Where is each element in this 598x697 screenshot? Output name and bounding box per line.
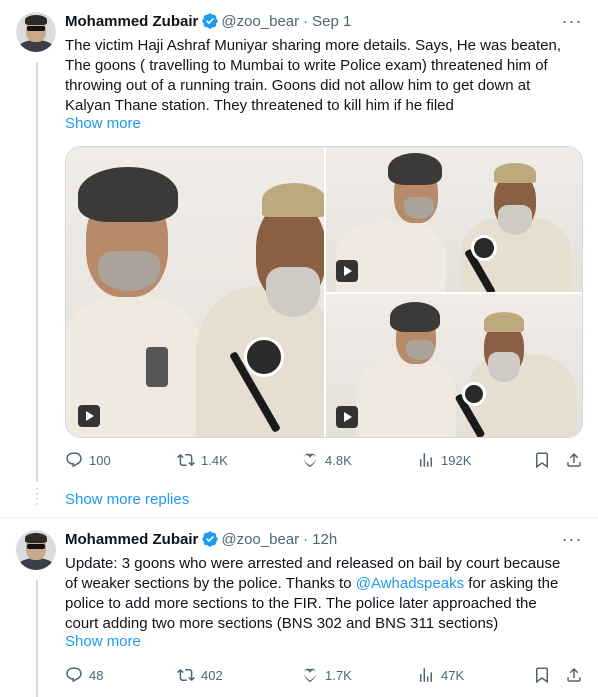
video-thumbnail[interactable] [66, 147, 324, 437]
tweet-text: The victim Haji Ashraf Muniyar sharing m… [65, 36, 585, 116]
views-count: 47K [441, 667, 465, 683]
repost-button[interactable]: 1.4K [177, 450, 228, 470]
verified-badge-icon [202, 531, 219, 547]
share-button[interactable] [565, 665, 583, 685]
video-thumbnail[interactable] [326, 147, 582, 292]
bookmark-icon [536, 667, 548, 684]
share-button[interactable] [565, 450, 583, 470]
views-count: 192K [441, 452, 472, 468]
reply-button[interactable]: 48 [65, 665, 103, 685]
repost-count: 402 [201, 667, 223, 683]
tweet-header: Mohammed Zubair @zoo_bear · 12h [65, 529, 337, 549]
video-thumbnail[interactable] [326, 294, 582, 437]
tweet-text-line: of weaker sections by the police. Thanks… [65, 574, 585, 594]
tweet-actions: 100 1.4K 4.8K 192K [65, 450, 585, 470]
reply-count: 48 [89, 667, 104, 683]
repost-count: 1.4K [201, 452, 228, 468]
views-icon [420, 668, 432, 682]
tweet-text-line: court adding two more sections (BNS 302 … [65, 615, 499, 632]
repost-icon [177, 453, 195, 467]
avatar[interactable] [16, 530, 56, 570]
tweet-text-line: The goons ( travelling to Mumbai to writ… [65, 57, 548, 74]
reply-icon [66, 452, 82, 468]
tweet-actions: 48 402 1.7K 47K [65, 665, 585, 685]
separator-dot: · [303, 530, 309, 548]
thread-line [36, 62, 38, 482]
repost-icon [177, 668, 195, 682]
tweet-text-line: Update: 3 goons who were arrested and re… [65, 555, 561, 572]
like-icon [303, 668, 317, 683]
timestamp[interactable]: 12h [312, 531, 337, 548]
like-count: 1.7K [325, 667, 352, 683]
tweet-text: Update: 3 goons who were arrested and re… [65, 554, 585, 634]
views-icon [420, 453, 432, 467]
play-icon[interactable] [336, 260, 358, 282]
show-more-link[interactable]: Show more [65, 115, 141, 132]
reply-count: 100 [89, 452, 111, 468]
bookmark-button[interactable] [533, 665, 551, 685]
author-name[interactable]: Mohammed Zubair [65, 13, 198, 30]
thread-line [36, 580, 38, 697]
reply-button[interactable]: 100 [65, 450, 111, 470]
like-button[interactable]: 1.7K [301, 665, 352, 685]
tweet-header: Mohammed Zubair @zoo_bear · Sep 1 [65, 11, 351, 31]
play-icon[interactable] [78, 405, 100, 427]
views-button[interactable]: 47K [417, 665, 464, 685]
tweet-text-line: Kalyan Thane station. They threatened to… [65, 97, 454, 114]
mention-link[interactable]: @Awhadspeaks [356, 575, 464, 592]
tweet-text-segment: for asking the [464, 575, 559, 592]
like-button[interactable]: 4.8K [301, 450, 352, 470]
media-grid [65, 146, 583, 438]
tweet-text-line: police to add more sections to the FIR. … [65, 595, 537, 612]
timestamp[interactable]: Sep 1 [312, 13, 351, 30]
like-icon [303, 453, 317, 468]
tweet-text-segment: of weaker sections by the police. Thanks… [65, 575, 356, 592]
show-more-link[interactable]: Show more [65, 633, 141, 650]
divider [0, 517, 598, 518]
play-icon[interactable] [336, 406, 358, 428]
tweet-text-line: throwing out of a running train. Goons d… [65, 77, 531, 94]
author-handle[interactable]: @zoo_bear [221, 13, 299, 30]
separator-dot: · [303, 12, 309, 30]
tweet-text-line: The victim Haji Ashraf Muniyar sharing m… [65, 37, 562, 54]
reply-icon [66, 667, 82, 683]
share-icon [567, 667, 581, 682]
repost-button[interactable]: 402 [177, 665, 223, 685]
share-icon [567, 452, 581, 467]
like-count: 4.8K [325, 452, 352, 468]
show-more-replies-link[interactable]: Show more replies [65, 491, 189, 508]
bookmark-icon [536, 452, 548, 469]
more-icon[interactable]: ··· [562, 11, 582, 31]
thread-gap-dots [35, 488, 39, 508]
bookmark-button[interactable] [533, 450, 551, 470]
views-button[interactable]: 192K [417, 450, 471, 470]
author-handle[interactable]: @zoo_bear [221, 531, 299, 548]
avatar[interactable] [16, 12, 56, 52]
verified-badge-icon [202, 13, 219, 29]
author-name[interactable]: Mohammed Zubair [65, 531, 198, 548]
more-icon[interactable]: ··· [562, 529, 582, 549]
